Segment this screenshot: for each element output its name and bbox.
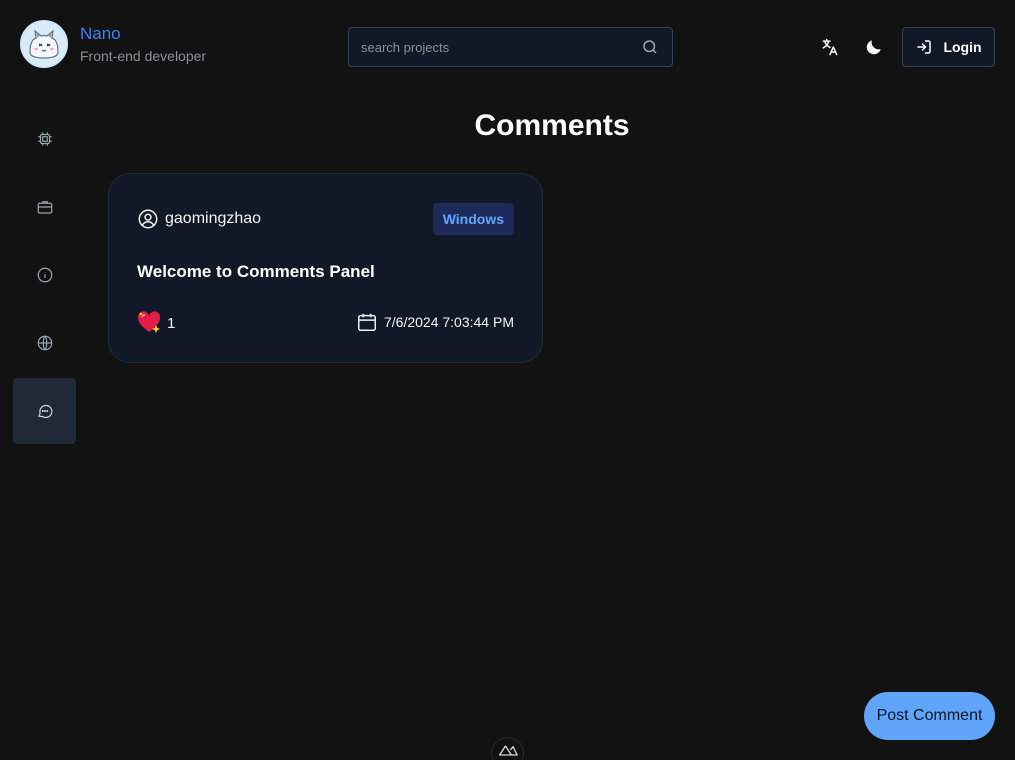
sparkling-heart-icon xyxy=(137,311,161,333)
brand-name[interactable]: Nano xyxy=(80,23,206,45)
header: Nano Front-end developer Login xyxy=(0,0,1015,94)
nuxt-icon xyxy=(498,745,518,756)
moon-icon xyxy=(866,40,881,55)
login-button[interactable]: Login xyxy=(902,27,995,67)
comment-author: gaomingzhao xyxy=(137,208,261,230)
calendar-icon xyxy=(358,313,376,331)
search-box[interactable] xyxy=(348,27,673,67)
brand[interactable]: Nano Front-end developer xyxy=(20,20,206,68)
theme-toggle-button[interactable] xyxy=(860,33,888,61)
globe-icon xyxy=(37,335,52,351)
sidebar-item-comments[interactable] xyxy=(13,378,76,444)
comment-title: Welcome to Comments Panel xyxy=(137,262,375,281)
sidebar-item-links[interactable] xyxy=(13,310,76,376)
briefcase-icon xyxy=(37,201,52,214)
search-icon[interactable] xyxy=(640,37,660,57)
comment-date: 7/6/2024 7:03:44 PM xyxy=(356,311,514,333)
comment-card[interactable]: gaomingzhao Windows Welcome to Comments … xyxy=(108,173,543,363)
info-icon xyxy=(37,267,52,283)
cpu-icon xyxy=(37,132,52,146)
translate-button[interactable] xyxy=(816,33,844,61)
sidebar-item-projects[interactable] xyxy=(13,106,76,172)
comment-date-text: 7/6/2024 7:03:44 PM xyxy=(384,314,514,330)
sidebar-item-work[interactable] xyxy=(13,174,76,240)
cat-avatar-icon xyxy=(22,22,66,66)
user-circle-icon xyxy=(138,209,158,229)
avatar xyxy=(20,20,68,68)
sidebar-item-about[interactable] xyxy=(13,242,76,308)
search-input[interactable] xyxy=(361,39,640,55)
comment-author-name: gaomingzhao xyxy=(165,210,262,227)
like-button[interactable]: 1 xyxy=(137,311,175,335)
nuxt-logo[interactable] xyxy=(491,737,524,760)
sidebar xyxy=(13,106,76,446)
brand-subtitle: Front-end developer xyxy=(80,47,207,64)
post-comment-button[interactable]: Post Comment xyxy=(864,692,995,740)
login-icon xyxy=(917,40,932,54)
page-title: Comments xyxy=(474,109,630,142)
platform-badge: Windows xyxy=(432,203,514,235)
message-icon xyxy=(37,404,52,419)
translate-icon xyxy=(822,38,838,56)
login-label: Login xyxy=(943,39,982,55)
like-count: 1 xyxy=(167,314,176,332)
